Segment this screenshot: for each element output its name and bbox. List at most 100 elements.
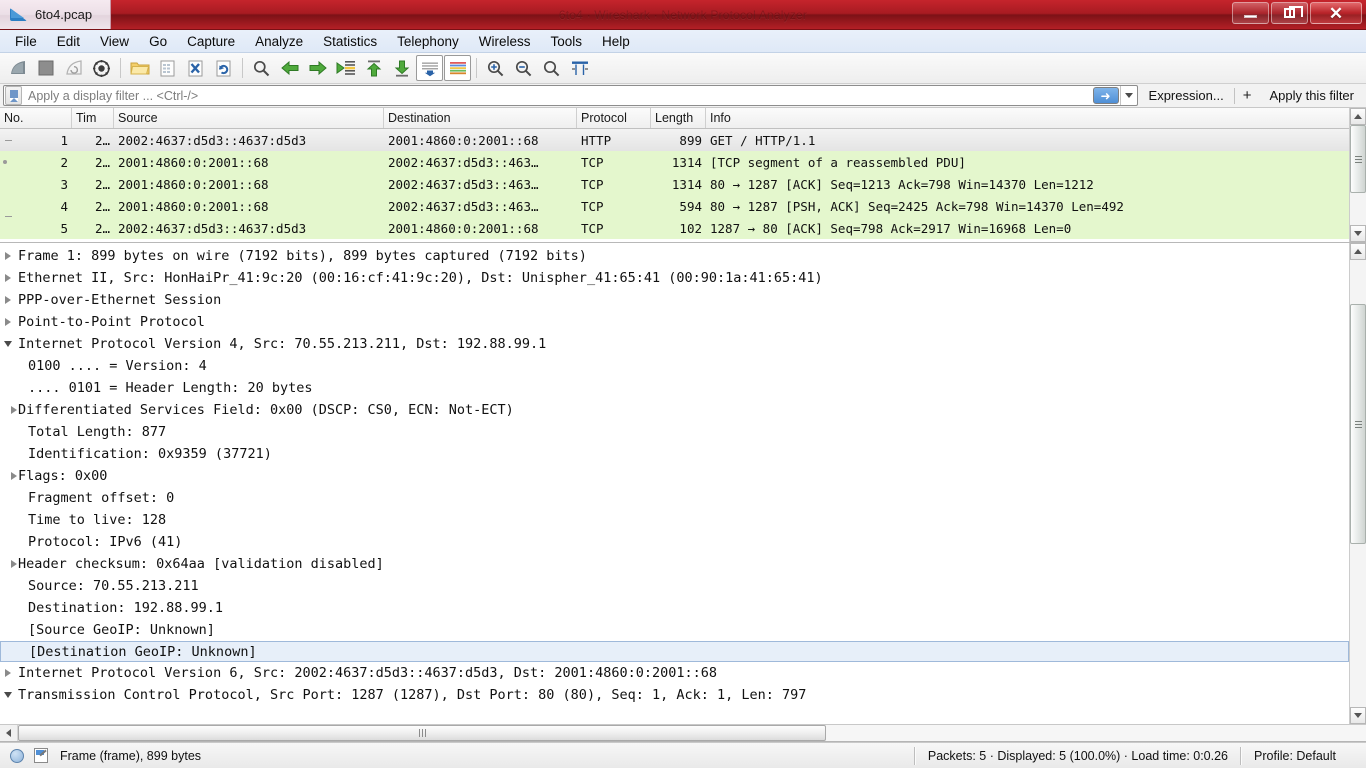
auto-scroll-icon[interactable] [416,55,443,81]
table-row[interactable]: 1 2… 2002:4637:d5d3::4637:d5d3 2001:4860… [0,129,1349,151]
display-filter-input[interactable]: Apply a display filter ... <Ctrl-/> [24,89,1093,103]
detail-row-protocol[interactable]: Protocol: IPv6 (41) [0,531,1349,553]
detail-row-header-length[interactable]: .... 0101 = Header Length: 20 bytes [0,377,1349,399]
display-filter-container[interactable]: Apply a display filter ... <Ctrl-/> ➜ [3,85,1138,106]
hscroll-track[interactable] [17,725,1366,741]
column-header-info[interactable]: Info [706,108,1349,128]
close-button[interactable]: ✕ [1310,2,1362,24]
table-row[interactable]: 2 2… 2001:4860:0:2001::68 2002:4637:d5d3… [0,151,1349,173]
packet-details-hscrollbar[interactable] [0,724,1366,742]
expand-triangle-icon[interactable] [0,472,17,480]
detail-row-ppp[interactable]: Point-to-Point Protocol [0,311,1349,333]
go-to-packet-icon[interactable] [332,55,359,81]
detail-row-total-length[interactable]: Total Length: 877 [0,421,1349,443]
expand-triangle-icon[interactable] [0,560,17,568]
go-back-icon[interactable] [276,55,303,81]
scroll-track[interactable] [1350,260,1366,707]
add-filter-button[interactable]: + [1235,87,1260,104]
zoom-out-icon[interactable] [510,55,537,81]
filter-expression-button[interactable]: Expression... [1139,88,1234,103]
scroll-left-button[interactable] [0,725,17,742]
go-last-packet-icon[interactable] [388,55,415,81]
reload-file-icon[interactable] [210,55,237,81]
table-row[interactable]: 5 2… 2002:4637:d5d3::4637:d5d3 2001:4860… [0,216,1349,239]
scroll-track[interactable] [1350,125,1366,225]
arrow-right-icon[interactable]: ➜ [1092,87,1119,104]
collapse-triangle-icon[interactable] [0,341,16,347]
scroll-down-button[interactable] [1350,225,1366,242]
column-header-no[interactable]: No. [0,108,72,128]
capture-options-icon[interactable] [88,55,115,81]
table-row[interactable]: 4 2… 2001:4860:0:2001::68 2002:4637:d5d3… [0,195,1349,217]
detail-row-fragment-offset[interactable]: Fragment offset: 0 [0,487,1349,509]
detail-row-flags[interactable]: Flags: 0x00 [0,465,1349,487]
expand-triangle-icon[interactable] [0,274,16,282]
menu-help[interactable]: Help [592,32,640,51]
menu-edit[interactable]: Edit [47,32,90,51]
normal-size-icon[interactable] [538,55,565,81]
detail-row-source[interactable]: Source: 70.55.213.211 [0,575,1349,597]
open-file-icon[interactable] [126,55,153,81]
detail-row-dsfield[interactable]: Differentiated Services Field: 0x00 (DSC… [0,399,1349,421]
detail-row-destination-geoip[interactable]: [Destination GeoIP: Unknown] [0,641,1349,662]
menu-wireless[interactable]: Wireless [469,32,541,51]
menu-statistics[interactable]: Statistics [313,32,387,51]
detail-row-version[interactable]: 0100 .... = Version: 4 [0,355,1349,377]
apply-this-filter-button[interactable]: Apply this filter [1259,88,1364,103]
restart-capture-icon[interactable] [60,55,87,81]
scroll-up-button[interactable] [1350,108,1366,125]
detail-row-pppoe[interactable]: PPP-over-Ethernet Session [0,289,1349,311]
close-file-icon[interactable] [182,55,209,81]
go-forward-icon[interactable] [304,55,331,81]
status-profile[interactable]: Profile: Default [1242,749,1348,763]
hscroll-thumb[interactable] [18,725,826,741]
menu-file[interactable]: File [5,32,47,51]
minimize-button[interactable] [1232,2,1269,24]
column-header-length[interactable]: Length [651,108,706,128]
detail-row-source-geoip[interactable]: [Source GeoIP: Unknown] [0,619,1349,641]
detail-row-ttl[interactable]: Time to live: 128 [0,509,1349,531]
menu-capture[interactable]: Capture [177,32,245,51]
scroll-up-button[interactable] [1350,243,1366,260]
column-header-destination[interactable]: Destination [384,108,577,128]
detail-row-ipv6[interactable]: Internet Protocol Version 6, Src: 2002:4… [0,662,1349,684]
scroll-thumb[interactable] [1350,125,1366,193]
go-first-packet-icon[interactable] [360,55,387,81]
column-header-source[interactable]: Source [114,108,384,128]
expand-triangle-icon[interactable] [0,406,17,414]
menu-view[interactable]: View [90,32,139,51]
detail-row-ethernet[interactable]: Ethernet II, Src: HonHaiPr_41:9c:20 (00:… [0,267,1349,289]
expand-triangle-icon[interactable] [0,318,16,326]
table-row[interactable]: 3 2… 2001:4860:0:2001::68 2002:4637:d5d3… [0,173,1349,195]
resize-grip-icon[interactable] [1348,748,1364,764]
menu-go[interactable]: Go [139,32,177,51]
expert-info-icon[interactable] [10,748,24,763]
detail-row-tcp[interactable]: Transmission Control Protocol, Src Port:… [0,684,1349,706]
column-header-protocol[interactable]: Protocol [577,108,651,128]
menu-analyze[interactable]: Analyze [245,32,313,51]
colorize-icon[interactable] [444,55,471,81]
scroll-thumb[interactable] [1350,304,1366,544]
detail-row-frame[interactable]: Frame 1: 899 bytes on wire (7192 bits), … [0,245,1349,267]
menu-tools[interactable]: Tools [540,32,592,51]
zoom-in-icon[interactable] [482,55,509,81]
detail-row-header-checksum[interactable]: Header checksum: 0x64aa [validation disa… [0,553,1349,575]
maximize-button[interactable] [1271,2,1308,24]
detail-row-identification[interactable]: Identification: 0x9359 (37721) [0,443,1349,465]
packet-list-scrollbar[interactable] [1349,108,1366,242]
expand-triangle-icon[interactable] [0,296,16,304]
collapse-triangle-icon[interactable] [0,692,16,698]
packet-details-scrollbar[interactable] [1349,243,1366,724]
capture-comment-icon[interactable] [34,748,48,763]
detail-row-ipv4[interactable]: Internet Protocol Version 4, Src: 70.55.… [0,333,1349,355]
stop-capture-icon[interactable] [32,55,59,81]
find-packet-icon[interactable] [248,55,275,81]
bookmark-icon[interactable] [5,86,22,105]
scroll-down-button[interactable] [1350,707,1366,724]
menu-telephony[interactable]: Telephony [387,32,469,51]
detail-row-destination[interactable]: Destination: 192.88.99.1 [0,597,1349,619]
expand-triangle-icon[interactable] [0,252,16,260]
resize-columns-icon[interactable] [566,55,593,81]
column-header-time[interactable]: Tim [72,108,114,128]
expand-triangle-icon[interactable] [0,669,16,677]
